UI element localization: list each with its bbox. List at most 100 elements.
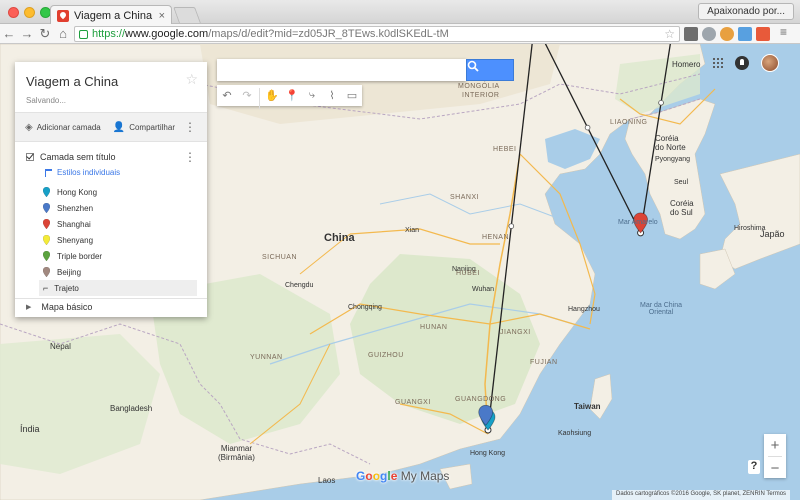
- my-maps-favicon-icon: [57, 9, 69, 22]
- map-pin-icon: [43, 235, 50, 245]
- route-tool-icon[interactable]: ⤷: [302, 85, 322, 106]
- homero-label: Homero: [672, 60, 701, 69]
- lock-icon: [79, 29, 88, 39]
- place-label: Shenyang: [57, 235, 94, 245]
- map-canvas[interactable]: China MONGÓLIA INTERIOR LIAONING Coréia …: [0, 44, 800, 500]
- place-item[interactable]: Shenzhen: [43, 200, 201, 216]
- map-search-input[interactable]: [217, 59, 466, 81]
- map-pin-icon: [43, 187, 50, 197]
- mongolia-sub-label: INTERIOR: [462, 92, 500, 99]
- place-item[interactable]: Hong Kong: [43, 184, 201, 200]
- layer-header[interactable]: Camada sem título: [26, 152, 116, 162]
- place-item[interactable]: Shanghai: [43, 216, 201, 232]
- map-pin-icon: [43, 267, 50, 277]
- hubei-label: HUBEI: [456, 270, 480, 277]
- address-bar[interactable]: https://www.google.com/maps/d/edit?mid=z…: [74, 26, 680, 42]
- layers-icon: ◈: [25, 121, 33, 133]
- tool-separator: [259, 88, 260, 109]
- more-options-icon[interactable]: ⋮: [184, 120, 196, 134]
- marker-icon[interactable]: 📍: [282, 85, 302, 106]
- china-label: China: [324, 232, 355, 244]
- zoom-control: + −: [764, 434, 786, 478]
- avatar[interactable]: [761, 54, 779, 72]
- star-icon[interactable]: ☆: [185, 71, 198, 88]
- extension-1-icon[interactable]: [684, 27, 698, 41]
- map-attribution: Dados cartográficos ©2016 Google, SK pla…: [612, 490, 791, 500]
- new-tab-button[interactable]: [173, 7, 201, 23]
- layer-checkbox[interactable]: [26, 153, 34, 161]
- places-list: Hong Kong Shenzhen Shanghai Shenyang Triple …: [39, 184, 201, 296]
- help-button[interactable]: ?: [748, 460, 760, 474]
- menu-icon[interactable]: ≡: [780, 25, 794, 39]
- place-item[interactable]: Shenyang: [43, 232, 201, 248]
- panel-actions: ◈ Adicionar camada 👤 Compartilhar ⋮: [15, 112, 207, 142]
- apps-grid-icon[interactable]: [712, 57, 724, 69]
- undo-icon[interactable]: ↶: [217, 85, 237, 106]
- tab-title: Viagem a China: [74, 9, 153, 22]
- save-status: Salvando...: [26, 96, 67, 105]
- bangladesh-label: Bangladesh: [110, 404, 153, 413]
- extension-4-icon[interactable]: [738, 27, 752, 41]
- sichuan-label: SICHUAN: [262, 254, 298, 261]
- extension-5-icon[interactable]: [756, 27, 770, 41]
- xian-label: Xian: [405, 227, 420, 234]
- notifications-icon[interactable]: [735, 56, 749, 70]
- place-label: Triple border: [57, 251, 103, 261]
- taiwan-label: Taiwan: [574, 402, 601, 411]
- styles-link[interactable]: Estilos individuais: [45, 168, 120, 177]
- map-pin-icon: [43, 203, 50, 213]
- wuhan-label: Wuhan: [472, 286, 495, 293]
- google-my-maps-logo: Google My Maps: [356, 469, 450, 483]
- share-button[interactable]: 👤 Compartilhar: [113, 122, 175, 133]
- guangdong-label: GUANGDONG: [455, 396, 507, 403]
- browser-titlebar: Viagem a China × Apaixonado por...: [0, 0, 800, 25]
- map-title[interactable]: Viagem a China: [26, 74, 118, 89]
- back-icon[interactable]: ←: [0, 26, 18, 41]
- seoul-label: Seul: [674, 179, 689, 186]
- jiangxi-label: JIANGXI: [500, 329, 531, 336]
- map-pin-icon: [43, 251, 50, 261]
- home-icon[interactable]: ⌂: [54, 26, 72, 41]
- extension-2-icon[interactable]: [702, 27, 716, 41]
- yunnan-label: YUNNAN: [250, 354, 283, 361]
- laos-label: Laos: [318, 476, 336, 485]
- basemap-toggle[interactable]: ▶ Mapa básico: [26, 302, 92, 312]
- hand-icon[interactable]: ✋: [262, 85, 282, 106]
- pyongyang-label: Pyongyang: [655, 156, 691, 163]
- search-button[interactable]: [466, 59, 514, 81]
- route-segment: [544, 44, 642, 234]
- zoom-in-button[interactable]: +: [764, 434, 786, 456]
- search-icon: [467, 60, 479, 72]
- forward-icon[interactable]: →: [18, 26, 36, 41]
- route-midpoint-handle: [508, 223, 515, 229]
- redo-icon[interactable]: ↷: [237, 85, 257, 106]
- profile-button[interactable]: Apaixonado por...: [698, 3, 794, 20]
- place-label: Beijing: [57, 267, 82, 277]
- close-window-button[interactable]: [8, 7, 19, 18]
- line-icon[interactable]: ⌇: [322, 85, 342, 106]
- ruler-icon[interactable]: ▭: [342, 85, 362, 106]
- guangxi-label: GUANGXI: [395, 399, 431, 406]
- browser-tab[interactable]: Viagem a China ×: [50, 5, 172, 25]
- extension-3-icon[interactable]: [720, 27, 734, 41]
- paint-roller-icon: [45, 168, 52, 177]
- zoom-out-button[interactable]: −: [764, 457, 786, 479]
- reload-icon[interactable]: ↻: [36, 26, 54, 42]
- map-legend-panel: Viagem a China ☆ Salvando... ◈ Adicionar…: [15, 62, 207, 317]
- yellow-sea-label: Mar Amarelo: [618, 219, 658, 226]
- tab-close-icon[interactable]: ×: [159, 10, 165, 22]
- place-item[interactable]: Triple border: [43, 248, 201, 264]
- minimize-window-button[interactable]: [24, 7, 35, 18]
- bookmark-star-icon[interactable]: ☆: [664, 27, 675, 41]
- basemap-label: Mapa básico: [41, 302, 93, 312]
- place-item[interactable]: Beijing: [43, 264, 201, 280]
- layer-more-icon[interactable]: ⋮: [184, 150, 196, 164]
- add-layer-button[interactable]: ◈ Adicionar camada: [25, 122, 101, 133]
- route-item[interactable]: ⌐ Trajeto: [39, 280, 197, 296]
- guizhou-label: GUIZHOU: [368, 352, 404, 359]
- route-label: Trajeto: [54, 283, 79, 293]
- styles-label: Estilos individuais: [57, 168, 121, 177]
- map-tools-bar: ↶ ↷ ✋ 📍 ⤷ ⌇ ▭: [217, 85, 362, 109]
- layer-title[interactable]: Camada sem título: [40, 152, 116, 162]
- logo-text: My Maps: [400, 469, 450, 483]
